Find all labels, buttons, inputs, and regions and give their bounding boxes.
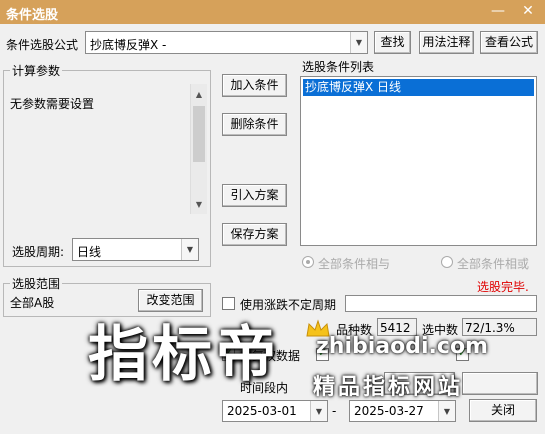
- import-plan-button[interactable]: 引入方案: [222, 184, 287, 207]
- formula-combo[interactable]: 抄底博反弹X - ▼: [85, 31, 368, 54]
- formula-value: 抄底博反弹X -: [90, 38, 167, 52]
- watermark-tagline: 精品指标网站: [313, 375, 464, 400]
- title-bar: 条件选股 — ✕: [0, 0, 545, 24]
- or-radio[interactable]: [441, 256, 453, 268]
- add-condition-button[interactable]: 加入条件: [222, 74, 287, 97]
- conditions-list[interactable]: 抄底博反弹X 日线: [300, 76, 537, 246]
- scroll-up-icon[interactable]: ▲: [191, 86, 207, 102]
- and-label: 全部条件相与: [318, 257, 391, 271]
- period-label: 选股周期:: [12, 245, 65, 259]
- or-label: 全部条件相或: [457, 257, 530, 271]
- stock-count-value: 5412: [380, 321, 411, 335]
- view-formula-button[interactable]: 查看公式: [480, 31, 538, 54]
- delete-condition-button[interactable]: 删除条件: [222, 113, 287, 136]
- formula-label: 条件选股公式: [6, 38, 79, 52]
- find-button[interactable]: 查找: [374, 31, 411, 54]
- chevron-down-icon[interactable]: ▼: [438, 401, 455, 421]
- scope-value: 全部A股: [10, 296, 55, 310]
- window-title: 条件选股: [6, 8, 59, 23]
- end-date-field[interactable]: 2025-03-27 ▼: [349, 400, 456, 422]
- minimize-icon[interactable]: —: [484, 0, 512, 22]
- chevron-down-icon[interactable]: ▼: [181, 239, 198, 260]
- start-date-field[interactable]: 2025-03-01 ▼: [222, 400, 328, 422]
- usage-button[interactable]: 用法注释: [419, 31, 474, 54]
- params-legend: 计算参数: [10, 62, 63, 79]
- close-icon[interactable]: ✕: [514, 0, 542, 22]
- period-value: 日线: [77, 245, 102, 259]
- start-date-value: 2025-03-01: [227, 404, 297, 418]
- scroll-down-icon[interactable]: ▼: [191, 196, 207, 212]
- params-scrollbar[interactable]: ▲ ▼: [190, 84, 207, 214]
- watermark-logo: 指标帝: [88, 320, 280, 390]
- conditions-label: 选股条件列表: [302, 60, 375, 74]
- scroll-thumb[interactable]: [193, 106, 205, 162]
- scope-legend: 选股范围: [10, 275, 63, 292]
- save-plan-button[interactable]: 保存方案: [222, 223, 287, 246]
- end-date-value: 2025-03-27: [354, 404, 424, 418]
- params-text: 无参数需要设置: [10, 97, 95, 111]
- and-radio[interactable]: [302, 256, 314, 268]
- period-combo[interactable]: 日线 ▼: [72, 238, 199, 261]
- chevron-down-icon[interactable]: ▼: [350, 32, 367, 53]
- variable-period-label: 使用涨跌不定周期: [240, 298, 337, 312]
- run-select-button[interactable]: [462, 372, 538, 395]
- close-button[interactable]: 关闭: [469, 399, 537, 422]
- watermark-site: zhibiaodi.com: [316, 334, 488, 359]
- status-text: 选股完毕.: [477, 280, 529, 294]
- variable-period-checkbox[interactable]: [222, 297, 235, 310]
- variable-period-field[interactable]: [345, 295, 537, 312]
- chevron-down-icon[interactable]: ▼: [310, 401, 327, 421]
- change-scope-button[interactable]: 改变范围: [138, 289, 203, 312]
- date-separator: -: [332, 404, 337, 418]
- selected-value: 72/1.3%: [465, 321, 515, 335]
- list-item[interactable]: 抄底博反弹X 日线: [303, 79, 534, 96]
